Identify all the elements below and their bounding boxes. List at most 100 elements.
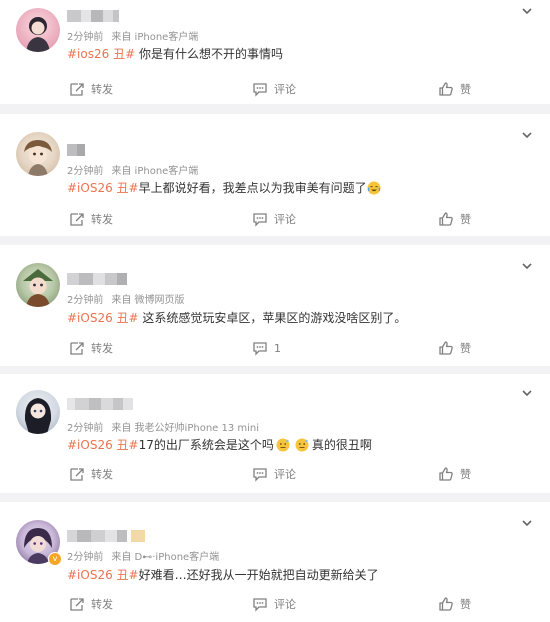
comment-icon	[252, 466, 268, 482]
comment-body: 好难看…还好我从一开始就把自动更新给关了	[138, 568, 379, 582]
comment-card: 2分钟前 来自 iPhone客户端 #iOS26 丑#早上都说好看，我差点以为我审…	[0, 114, 550, 236]
like-button[interactable]: 赞	[438, 592, 471, 616]
like-icon	[438, 211, 454, 227]
like-button[interactable]: 赞	[438, 336, 471, 360]
like-label: 赞	[460, 213, 471, 226]
forward-icon	[69, 466, 85, 482]
comment-button[interactable]: 评论	[252, 592, 296, 616]
comment-body-part-2: 真的很丑啊	[311, 438, 372, 452]
avatar[interactable]	[16, 390, 60, 434]
comment-source: 来自 iPhone客户端	[111, 166, 199, 177]
comment-text: #ios26 丑# 你是有什么想不开的事情吗	[67, 45, 283, 62]
comment-body: 早上都说好看，我差点以为我审美有问题了	[138, 181, 367, 195]
like-icon	[438, 596, 454, 612]
comment-body: 这系统感觉玩安卓区，苹果区的游戏没啥区别了。	[138, 311, 407, 325]
chevron-down-icon[interactable]	[520, 4, 534, 18]
forward-icon	[69, 596, 85, 612]
forward-button[interactable]: 转发	[69, 336, 113, 360]
comment-text: #iOS26 丑# 这系统感觉玩安卓区，苹果区的游戏没啥区别了。	[67, 309, 406, 326]
chevron-down-icon[interactable]	[520, 386, 534, 400]
username-redacted[interactable]	[67, 10, 119, 22]
like-icon	[438, 340, 454, 356]
comment-actions: 转发 评论 赞	[0, 77, 550, 101]
topic-tag-link[interactable]: #iOS26 丑#	[67, 438, 139, 452]
avatar[interactable]	[16, 8, 60, 52]
comment-time: 2分钟前	[67, 423, 104, 434]
like-button[interactable]: 赞	[438, 77, 471, 101]
forward-icon	[69, 340, 85, 356]
like-label: 赞	[460, 598, 471, 611]
avatar[interactable]	[16, 132, 60, 176]
comment-body-part-1: 17的出厂系统会是这个吗	[138, 438, 274, 452]
comment-time: 2分钟前	[67, 166, 104, 177]
comment-actions: 转发 评论 赞	[0, 592, 550, 616]
comment-label: 评论	[274, 468, 296, 481]
laughing-crying-emoji-icon	[367, 181, 381, 195]
chevron-down-icon[interactable]	[520, 128, 534, 142]
forward-icon	[69, 211, 85, 227]
comment-button[interactable]: 评论	[252, 77, 296, 101]
comment-icon	[252, 81, 268, 97]
forward-label: 转发	[91, 598, 113, 611]
verified-badge-icon: v	[48, 552, 62, 566]
like-button[interactable]: 赞	[438, 462, 471, 486]
like-label: 赞	[460, 468, 471, 481]
comment-time: 2分钟前	[67, 295, 104, 306]
comment-source: 来自 我老公好帅iPhone 13 mini	[111, 423, 260, 434]
comment-count: 1	[274, 341, 281, 355]
comment-button[interactable]: 1	[252, 336, 281, 360]
comment-label: 评论	[274, 598, 296, 611]
forward-label: 转发	[91, 342, 113, 355]
topic-tag-link[interactable]: #iOS26 丑#	[67, 311, 139, 325]
comment-button[interactable]: 评论	[252, 462, 296, 486]
comment-time: 2分钟前	[67, 552, 104, 563]
like-icon	[438, 81, 454, 97]
forward-button[interactable]: 转发	[69, 592, 113, 616]
username-redacted[interactable]	[67, 273, 127, 285]
like-label: 赞	[460, 342, 471, 355]
comment-label: 评论	[274, 83, 296, 96]
comment-card: 2分钟前 来自 微博网页版 #iOS26 丑# 这系统感觉玩安卓区，苹果区的游戏没…	[0, 245, 550, 366]
comment-card: 2分钟前 来自 iPhone客户端 #ios26 丑# 你是有什么想不开的事情吗 …	[0, 0, 550, 104]
forward-label: 转发	[91, 213, 113, 226]
topic-tag-link[interactable]: #ios26 丑#	[67, 47, 135, 61]
username-redacted[interactable]	[67, 144, 85, 156]
comment-icon	[252, 211, 268, 227]
comment-label: 评论	[274, 213, 296, 226]
username-redacted[interactable]	[67, 398, 133, 410]
comment-icon	[252, 340, 268, 356]
comment-time: 2分钟前	[67, 32, 104, 43]
username-redacted[interactable]	[67, 530, 145, 542]
comment-text: #iOS26 丑#17的出厂系统会是这个吗 真的很丑啊	[67, 436, 372, 453]
forward-label: 转发	[91, 468, 113, 481]
comment-meta: 2分钟前 来自 微博网页版	[67, 291, 185, 306]
comment-card: 2分钟前 来自 我老公好帅iPhone 13 mini #iOS26 丑#17的出…	[0, 374, 550, 493]
comment-meta: 2分钟前 来自 D⊷·iPhone客户端	[67, 548, 219, 563]
forward-label: 转发	[91, 83, 113, 96]
comment-actions: 转发 1 赞	[0, 336, 550, 360]
comment-text: #iOS26 丑#早上都说好看，我差点以为我审美有问题了	[67, 179, 381, 196]
awkward-face-emoji-icon	[295, 438, 309, 452]
forward-button[interactable]: 转发	[69, 462, 113, 486]
comment-meta: 2分钟前 来自 iPhone客户端	[67, 28, 198, 43]
like-button[interactable]: 赞	[438, 207, 471, 231]
comment-source: 来自 微博网页版	[111, 295, 185, 306]
topic-tag-link[interactable]: #iOS26 丑#	[67, 568, 139, 582]
avatar[interactable]	[16, 263, 60, 307]
comment-body: 你是有什么想不开的事情吗	[135, 47, 283, 61]
comment-source: 来自 iPhone客户端	[111, 32, 199, 43]
awkward-face-emoji-icon	[276, 438, 290, 452]
comment-icon	[252, 596, 268, 612]
comment-feed: 2分钟前 来自 iPhone客户端 #ios26 丑# 你是有什么想不开的事情吗 …	[0, 0, 550, 622]
like-icon	[438, 466, 454, 482]
comment-button[interactable]: 评论	[252, 207, 296, 231]
comment-source: 来自 D⊷·iPhone客户端	[111, 552, 220, 563]
forward-button[interactable]: 转发	[69, 77, 113, 101]
forward-icon	[69, 81, 85, 97]
chevron-down-icon[interactable]	[520, 516, 534, 530]
chevron-down-icon[interactable]	[520, 259, 534, 273]
like-label: 赞	[460, 83, 471, 96]
forward-button[interactable]: 转发	[69, 207, 113, 231]
topic-tag-link[interactable]: #iOS26 丑#	[67, 181, 139, 195]
comment-text: #iOS26 丑#好难看…还好我从一开始就把自动更新给关了	[67, 566, 379, 583]
